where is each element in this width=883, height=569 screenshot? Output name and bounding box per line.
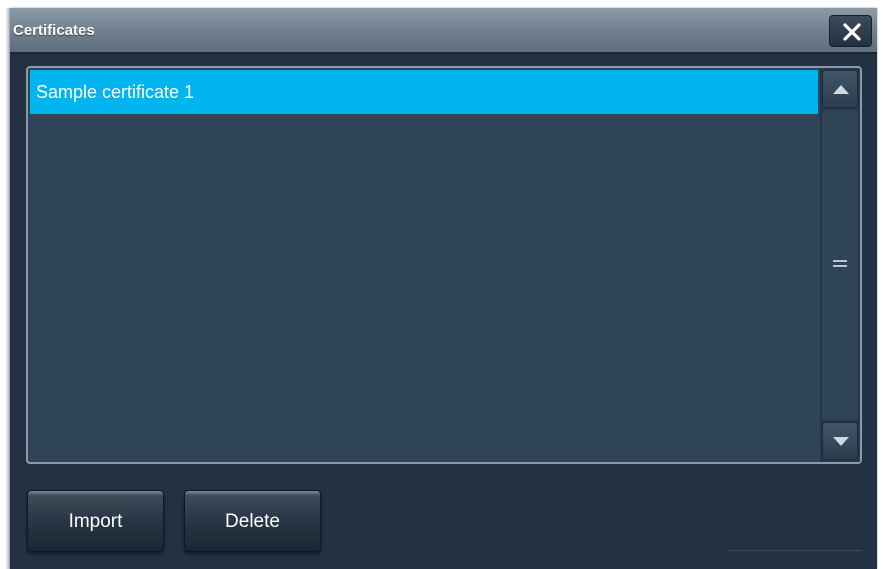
divider bbox=[728, 550, 862, 551]
close-icon bbox=[843, 23, 861, 41]
import-button[interactable]: Import bbox=[27, 490, 164, 552]
scroll-up-button[interactable] bbox=[822, 70, 858, 108]
scroll-track[interactable] bbox=[822, 110, 858, 420]
dialog-title: Certificates bbox=[13, 22, 95, 39]
close-button[interactable] bbox=[829, 15, 872, 47]
certificate-list[interactable]: Sample certificate 1 bbox=[28, 68, 818, 462]
certificate-list-panel: Sample certificate 1 bbox=[26, 66, 862, 464]
triangle-up-icon bbox=[833, 85, 849, 94]
list-item-selected[interactable]: Sample certificate 1 bbox=[30, 70, 818, 114]
certificates-dialog: Certificates Sample certificate 1 Import… bbox=[10, 8, 877, 569]
title-bar: Certificates bbox=[10, 8, 877, 54]
vertical-scrollbar[interactable] bbox=[820, 68, 860, 462]
triangle-down-icon bbox=[833, 437, 849, 446]
delete-button[interactable]: Delete bbox=[184, 490, 321, 552]
scroll-down-button[interactable] bbox=[822, 422, 858, 460]
grip-lines-icon[interactable] bbox=[833, 260, 847, 268]
